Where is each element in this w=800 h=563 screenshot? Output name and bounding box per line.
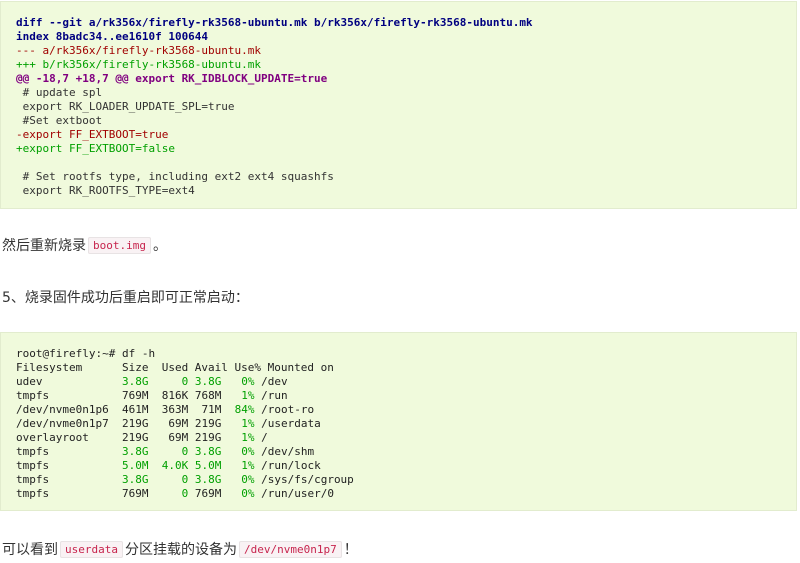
conclusion-text-start: 可以看到 — [2, 542, 58, 558]
diff-blank-line — [16, 156, 781, 170]
userdata-code: userdata — [60, 541, 123, 558]
diff-context-line: # update spl — [16, 86, 103, 99]
boot-img-code: boot.img — [88, 237, 151, 254]
diff-context-line: export RK_ROOTFS_TYPE=ext4 — [16, 184, 195, 197]
df-output-code-block: root@firefly:~# df -h Filesystem Size Use… — [0, 332, 797, 511]
diff-added-line: +export FF_EXTBOOT=false — [16, 142, 175, 155]
df-header-line: Filesystem Size Used Avail Use% Mounted … — [16, 361, 334, 374]
df-row: /dev/nvme0n1p6 461M 363M 71M 84% /root-r… — [16, 403, 315, 416]
conclusion-text-mid: 分区挂载的设备为 — [124, 542, 237, 558]
device-path-code: /dev/nvme0n1p7 — [238, 541, 342, 558]
reflash-instruction-paragraph: 然后重新烧录 boot.img。 — [2, 236, 167, 256]
df-row: tmpfs 769M 816K 768M 1% /run — [16, 389, 288, 402]
step-5-paragraph: 5、烧录固件成功后重启即可正常启动： — [2, 288, 249, 308]
step-5-text: 5、烧录固件成功后重启即可正常启动： — [2, 290, 249, 306]
df-row: overlayroot 219G 69M 219G 1% / — [16, 431, 268, 444]
df-row: udev 3.8G 0 3.8G 0% /dev — [16, 375, 288, 388]
diff-new-file-line: +++ b/rk356x/firefly-rk3568-ubuntu.mk — [16, 58, 262, 71]
shell-prompt-line: root@firefly:~# df -h — [16, 347, 156, 360]
diff-hunk-line: @@ -18,7 +18,7 @@ export RK_IDBLOCK_UPDA… — [16, 72, 328, 85]
exclamation-text: ！ — [343, 542, 358, 558]
df-row: tmpfs 3.8G 0 3.8G 0% /sys/fs/cgroup — [16, 473, 354, 486]
diff-header-line: diff --git a/rk356x/firefly-rk3568-ubunt… — [16, 16, 533, 29]
diff-old-file-line: --- a/rk356x/firefly-rk3568-ubuntu.mk — [16, 44, 262, 57]
diff-context-line: # Set rootfs type, including ext2 ext4 s… — [16, 170, 334, 183]
diff-context-line: #Set extboot — [16, 114, 103, 127]
period-text: 。 — [152, 238, 167, 254]
diff-context-line: export RK_LOADER_UPDATE_SPL=true — [16, 100, 235, 113]
df-row: tmpfs 3.8G 0 3.8G 0% /dev/shm — [16, 445, 315, 458]
df-row: tmpfs 769M 0 769M 0% /run/user/0 — [16, 487, 334, 500]
reflash-text: 然后重新烧录 — [2, 238, 86, 254]
df-row: /dev/nvme0n1p7 219G 69M 219G 1% /userdat… — [16, 417, 321, 430]
diff-deleted-line: -export FF_EXTBOOT=true — [16, 128, 169, 141]
df-row: tmpfs 5.0M 4.0K 5.0M 1% /run/lock — [16, 459, 321, 472]
diff-code-block: diff --git a/rk356x/firefly-rk3568-ubunt… — [0, 1, 797, 209]
diff-index-line: index 8badc34..ee1610f 100644 — [16, 30, 209, 43]
userdata-conclusion-paragraph: 可以看到 userdata 分区挂载的设备为/dev/nvme0n1p7！ — [2, 540, 358, 560]
